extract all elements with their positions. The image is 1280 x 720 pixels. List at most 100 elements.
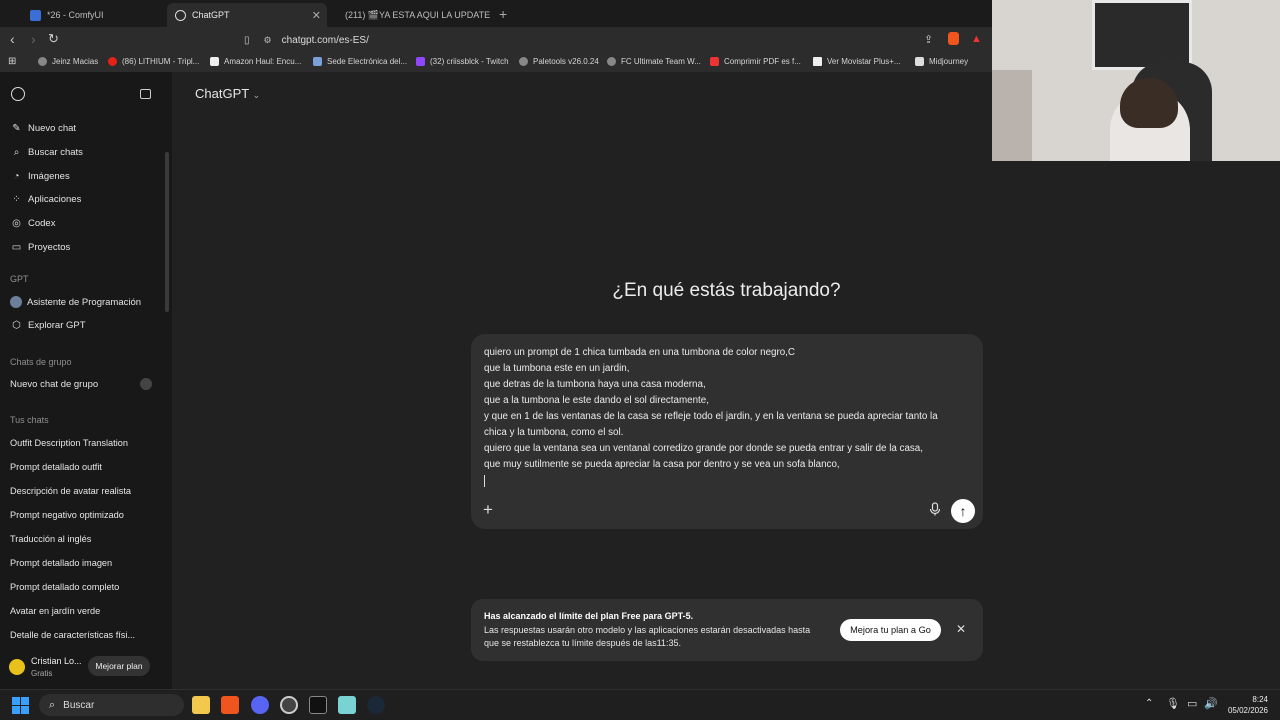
images-button[interactable]: ◔ Imágenes — [10, 171, 69, 182]
projects-button[interactable]: ▭ Proyectos — [10, 242, 70, 253]
folder-icon: ▭ — [11, 242, 22, 253]
bookmark-icon[interactable]: ▯ — [244, 35, 250, 46]
discord-icon[interactable] — [251, 696, 269, 714]
bookmark-item[interactable]: (32) criissblck - Twitch — [416, 57, 509, 66]
movistar-icon — [813, 57, 822, 66]
sidebar-scrollbar[interactable] — [165, 152, 169, 312]
composer-text-line[interactable]: que muy sutilmente se pueda apreciar la … — [484, 459, 840, 470]
bookmark-item[interactable]: Jeinz Macias — [38, 57, 98, 66]
url-text: chatgpt.com/es-ES/ — [281, 34, 369, 46]
microphone-icon[interactable]: 🎙 — [1166, 697, 1180, 710]
windows-start-icon[interactable] — [12, 697, 29, 714]
bookmark-item[interactable]: Sede Electrónica del... — [313, 57, 407, 66]
openai-logo-icon[interactable] — [11, 87, 25, 101]
globe-icon — [607, 57, 616, 66]
chevron-up-icon[interactable]: ⌃ — [1145, 698, 1153, 709]
notepad-icon[interactable] — [338, 696, 356, 714]
composer-text-line[interactable]: chica y la tumbona, como el sol. — [484, 427, 623, 438]
bookmark-item[interactable]: Paletools v26.0.24 — [519, 57, 599, 66]
chat-history-item[interactable]: Detalle de características físi... — [10, 630, 135, 640]
composer-text-line[interactable]: quiero que la ventana sea un ventanal co… — [484, 443, 923, 454]
close-tab-icon[interactable]: ✕ — [312, 9, 321, 22]
composer-text-line[interactable]: y que en 1 de las ventanas de la casa se… — [484, 411, 938, 422]
user-account[interactable]: Cristian Lo... Gratis Mejorar plan — [0, 650, 172, 686]
chat-history-item[interactable]: Prompt detallado outfit — [10, 462, 102, 472]
chat-history-item[interactable]: Prompt detallado imagen — [10, 558, 112, 568]
tab-label: *26 - ComfyUI — [47, 10, 104, 20]
explore-gpt-button[interactable]: ⬡ Explorar GPT — [10, 320, 85, 331]
reload-icon[interactable]: ↻ — [48, 31, 59, 47]
chat-history-item[interactable]: Prompt detallado completo — [10, 582, 119, 592]
chat-history-item[interactable]: Descripción de avatar realista — [10, 486, 131, 496]
address-bar[interactable]: ▯ ⚙ chatgpt.com/es-ES/ — [244, 29, 994, 51]
edit-icon: ✎ — [12, 123, 21, 134]
new-tab-icon[interactable]: + — [499, 6, 507, 22]
prompt-composer[interactable]: quiero un prompt de 1 chica tumbada en u… — [471, 334, 983, 529]
chat-history-item[interactable]: Outfit Description Translation — [10, 438, 128, 448]
composer-text-line[interactable]: que la tumbona este en un jardin, — [484, 363, 629, 374]
gpt-item-programming-assistant[interactable]: Asistente de Programación — [10, 296, 141, 308]
apps-grid-icon[interactable]: ⊞ — [8, 56, 16, 67]
file-explorer-icon[interactable] — [192, 696, 210, 714]
webcam-overlay — [992, 0, 1280, 161]
brave-browser-icon[interactable] — [221, 696, 239, 714]
windows-taskbar: ⌕ Buscar ⌃ 🎙 ▭ 🔊 8:24 05/02/2026 — [0, 689, 1280, 720]
codex-icon: ◎ — [12, 218, 21, 229]
bookmark-item[interactable]: FC Ultimate Team W... — [607, 57, 701, 66]
tab-youtube[interactable]: (211) 🎬YA ESTA AQUI LA UPDATE A — [331, 3, 491, 27]
chat-history-item[interactable]: Prompt negativo optimizado — [10, 510, 124, 520]
app-icon[interactable] — [280, 696, 298, 714]
twitch-icon — [416, 57, 425, 66]
upgrade-to-go-button[interactable]: Mejora tu plan a Go — [840, 619, 941, 641]
apps-button[interactable]: ⁘ Aplicaciones — [10, 194, 81, 205]
avatar — [9, 659, 25, 675]
chat-history-item[interactable]: Traducción al inglés — [10, 534, 91, 544]
add-attachment-icon[interactable]: + — [483, 500, 493, 520]
globe-icon — [38, 57, 47, 66]
toggle-sidebar-icon[interactable] — [140, 89, 151, 99]
steam-icon[interactable] — [367, 696, 385, 714]
model-selector[interactable]: ChatGPT ⌄ — [195, 86, 260, 101]
bookmark-item[interactable]: (86) LITHIUM - Tripl... — [108, 57, 199, 66]
search-chats-button[interactable]: ⌕ Buscar chats — [10, 147, 83, 158]
tab-label: (211) 🎬YA ESTA AQUI LA UPDATE A — [345, 9, 491, 20]
bookmark-item[interactable]: Comprimir PDF es f... — [710, 57, 801, 66]
back-icon[interactable]: ‹ — [10, 31, 15, 47]
codex-button[interactable]: ◎ Codex — [10, 218, 55, 229]
system-clock[interactable]: 8:24 05/02/2026 — [1226, 694, 1268, 716]
microphone-icon[interactable] — [929, 502, 941, 516]
taskbar-search[interactable]: ⌕ Buscar — [39, 694, 184, 716]
share-icon[interactable]: ⇪ — [924, 33, 933, 46]
bookmark-item[interactable]: Amazon Haul: Encu... — [210, 57, 301, 66]
image-icon: ◔ — [13, 171, 20, 182]
apps-icon: ⁘ — [12, 194, 21, 205]
close-icon[interactable]: ✕ — [956, 622, 966, 636]
page-title: ¿En qué estás trabajando? — [612, 280, 841, 301]
new-chat-button[interactable]: ✎ Nuevo chat — [10, 123, 76, 134]
amazon-icon — [210, 57, 219, 66]
composer-text-line[interactable]: que a la tumbona le este dando el sol di… — [484, 395, 709, 406]
volume-icon[interactable]: 🔊 — [1204, 697, 1218, 710]
tab-comfyui[interactable]: *26 - ComfyUI — [22, 3, 167, 27]
send-button[interactable]: ↑ — [951, 499, 975, 523]
cube-icon: ⬡ — [12, 320, 21, 331]
upgrade-plan-button[interactable]: Mejorar plan — [88, 656, 150, 676]
network-icon[interactable]: ▭ — [1187, 697, 1197, 710]
clock-date: 05/02/2026 — [1227, 706, 1268, 715]
tab-chatgpt[interactable]: ChatGPT ✕ — [167, 3, 327, 27]
composer-text-line[interactable]: quiero un prompt de 1 chica tumbada en u… — [484, 347, 795, 358]
search-icon: ⌕ — [13, 147, 20, 158]
chat-history-item[interactable]: Avatar en jardín verde — [10, 606, 100, 616]
composer-text-line[interactable]: que detras de la tumbona haya una casa m… — [484, 379, 706, 390]
pdf-icon — [710, 57, 719, 66]
bookmark-item[interactable]: Midjourney — [915, 57, 968, 66]
bookmark-item[interactable]: Ver Movistar Plus+... — [813, 57, 901, 66]
brave-shield-icon[interactable] — [948, 32, 959, 45]
rewards-icon[interactable]: ▲ — [971, 33, 982, 45]
globe-icon — [519, 57, 528, 66]
site-info-icon[interactable]: ⚙ — [264, 35, 272, 46]
limit-text: que se restablezca tu límite después de … — [484, 638, 681, 648]
forward-icon[interactable]: › — [31, 31, 36, 47]
new-group-chat-button[interactable]: Nuevo chat de grupo — [10, 379, 98, 390]
terminal-icon[interactable] — [309, 696, 327, 714]
